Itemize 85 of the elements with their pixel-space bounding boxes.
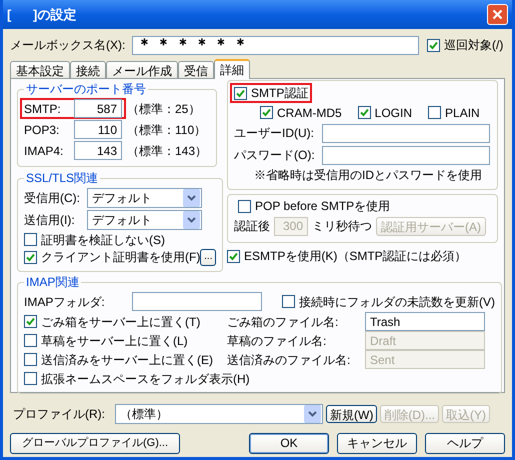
dialog-button[interactable]: ヘルプ	[425, 432, 505, 454]
port-label: SMTP:	[24, 100, 62, 118]
checkmark-icon	[360, 108, 369, 117]
chevron-down-icon	[304, 405, 321, 423]
checkbox-label: 接続時にフォルダの未読数を更新(V)	[299, 294, 495, 310]
checkbox[interactable]	[358, 106, 371, 119]
checkbox[interactable]	[427, 38, 440, 52]
checkmark-icon	[229, 252, 238, 260]
dropdown[interactable]: デフォルト	[87, 210, 202, 230]
dialog-button[interactable]: OK	[249, 432, 329, 454]
close-button[interactable]	[487, 4, 508, 25]
checkbox-label: 巡回対象(/)	[444, 37, 504, 54]
default-port-text: （標準：110）	[127, 122, 206, 138]
default-port-text: （標準：143）	[127, 142, 208, 160]
checkbox[interactable]	[24, 334, 37, 347]
checkbox-label: 草稿をサーバー上に置く(L)	[41, 332, 188, 350]
checkbox[interactable]	[260, 106, 273, 119]
checkmark-icon	[26, 317, 35, 326]
checkbox-label: POP before SMTPを使用	[255, 198, 390, 215]
select-label: 送信用(I):	[24, 212, 76, 229]
checkbox[interactable]	[24, 233, 37, 246]
checkbox[interactable]	[282, 295, 295, 308]
group-title: SSL/TLS関連	[26, 171, 98, 185]
checkbox[interactable]	[24, 315, 37, 328]
checkbox[interactable]	[24, 353, 37, 366]
checkmark-icon	[262, 108, 271, 117]
port-field[interactable]: 110	[74, 120, 122, 139]
browse-button[interactable]: ...	[200, 248, 216, 266]
file-name-label: 送信済みのファイル名:	[227, 352, 352, 368]
checkmark-icon	[236, 88, 245, 98]
port-label: POP3:	[24, 122, 60, 138]
checkbox-label: LOGIN	[374, 104, 412, 122]
chevron-down-icon	[183, 211, 200, 229]
dropdown[interactable]: デフォルト	[87, 188, 202, 208]
imap-folder-label: IMAPフォルダ:	[24, 294, 106, 310]
tab[interactable]: 受信	[178, 61, 214, 78]
checkbox[interactable]	[227, 250, 240, 262]
checkbox[interactable]	[234, 86, 247, 100]
checkbox[interactable]	[24, 372, 37, 385]
select-label: 受信用(C):	[24, 190, 81, 207]
mailbox-name-field[interactable]: ＊ ＊ ＊ ＊ ＊ ＊	[132, 36, 419, 54]
mailbox-name-label: メールボックス名(X):	[10, 37, 126, 54]
tab[interactable]: 接続	[70, 61, 106, 78]
file-name-field[interactable]: Trash	[365, 312, 485, 331]
profile-button[interactable]: 新規(W)	[326, 405, 378, 423]
dropdown[interactable]: （標準）	[115, 404, 323, 424]
chevron-down-icon	[183, 189, 200, 207]
checkbox-label: クライアント証明書を使用(F)	[41, 249, 200, 266]
checkbox-label: ESMTPを使用(K)（SMTP認証には必須）	[244, 248, 467, 265]
checkbox[interactable]	[238, 200, 251, 212]
window-title: [ ]の設定	[7, 6, 76, 24]
default-port-text: （標準：25）	[127, 100, 200, 118]
note-text: ※省略時は受信用のIDとパスワードを使用	[254, 168, 482, 182]
port-field[interactable]: 587	[74, 99, 122, 118]
tab[interactable]: メール作成	[106, 61, 178, 78]
checkbox[interactable]	[24, 250, 37, 264]
checkbox[interactable]	[428, 106, 442, 119]
group-title: IMAP関連	[26, 275, 80, 289]
close-icon	[492, 9, 503, 20]
wait-label: 認証後	[234, 218, 270, 235]
field-label: ユーザーID(U):	[234, 125, 315, 142]
input-field[interactable]	[322, 146, 490, 164]
checkbox-label: 証明書を検証しない(S)	[41, 232, 165, 248]
imap-folder-field[interactable]	[132, 292, 262, 311]
checkbox-label: ごみ箱をサーバー上に置く(T)	[41, 314, 200, 330]
checkbox-label: 拡張ネームスペースをフォルダ表示(H)	[41, 370, 250, 388]
profile-label: プロファイル(R):	[12, 406, 106, 423]
tab[interactable]: 基本設定	[10, 61, 70, 78]
port-field[interactable]: 143	[74, 141, 122, 160]
checkbox-label: CRAM-MD5	[277, 104, 342, 122]
tab[interactable]: 詳細	[214, 59, 250, 79]
group-title: サーバーのポート番号	[26, 82, 146, 96]
file-name-label: ごみ箱のファイル名:	[227, 314, 340, 330]
field-label: パスワード(O):	[234, 147, 316, 164]
checkmark-icon	[26, 252, 35, 262]
port-label: IMAP4:	[24, 142, 64, 160]
checkmark-icon	[429, 40, 438, 50]
wait-unit: ミリ秒待つ	[312, 218, 372, 235]
file-name-label: 草稿のファイル名:	[227, 332, 328, 350]
input-field[interactable]	[322, 124, 490, 142]
checkbox-label: PLAIN	[445, 104, 480, 122]
dialog-button[interactable]: キャンセル	[337, 432, 417, 454]
checkbox-label: 送信済みをサーバー上に置く(E)	[41, 352, 213, 368]
checkbox-label: SMTP認証	[251, 85, 308, 102]
global-profile-button[interactable]: グローバルプロファイル(G)...	[10, 432, 180, 454]
